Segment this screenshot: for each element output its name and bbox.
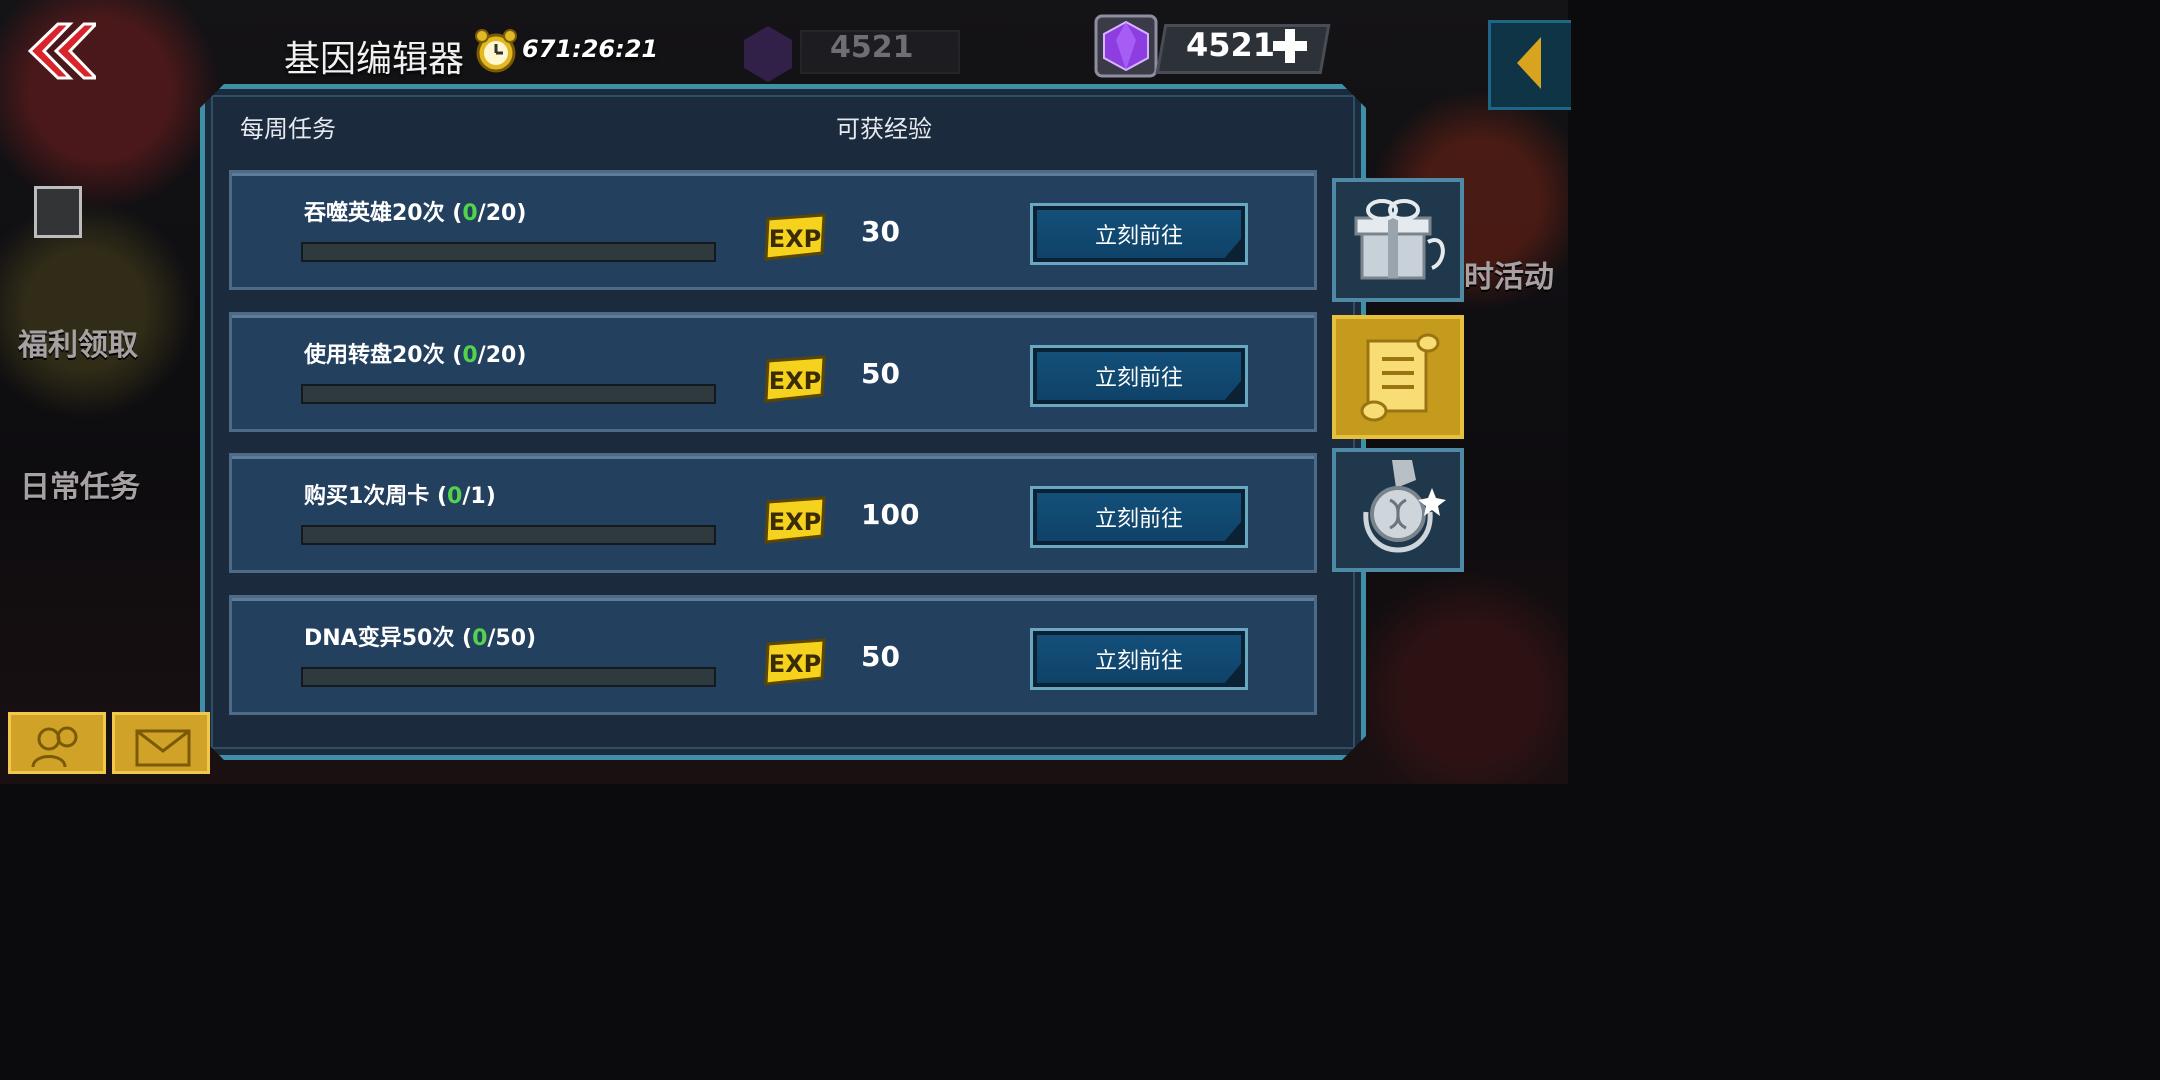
go-now-label: 立刻前往 [1037, 210, 1241, 258]
dna-medal-icon [1363, 460, 1446, 553]
task-progress-total: 20 [485, 343, 517, 368]
task-progress-total: 20 [485, 201, 517, 226]
header-weekly-tasks: 每周任务 [240, 115, 336, 143]
exp-icon: EXP [764, 213, 826, 261]
row-highlight [232, 456, 1314, 459]
task-row: 使用转盘20次 (0/20) EXP 50 立刻前往 [229, 312, 1317, 432]
task-progress-bar [301, 667, 716, 687]
tab-dna-medal[interactable] [1332, 448, 1464, 572]
exp-value: 50 [861, 357, 900, 390]
task-label: 购买1次周卡 [304, 484, 430, 509]
task-progress-text: (0/20) [452, 343, 527, 368]
task-progress-current: 0 [462, 343, 478, 368]
go-now-label: 立刻前往 [1037, 493, 1241, 541]
go-now-button[interactable]: 立刻前往 [1030, 203, 1248, 265]
svg-text:EXP: EXP [769, 650, 822, 678]
friends-icon [31, 726, 78, 768]
friends-button[interactable] [8, 712, 106, 774]
task-progress-bar [301, 242, 716, 262]
svg-text:EXP: EXP [769, 508, 822, 536]
tab-scroll-tasks[interactable] [1332, 315, 1464, 439]
exp-icon: EXP [764, 496, 826, 544]
bg-label-event: 时活动 [1464, 260, 1554, 295]
task-label: 使用转盘20次 [304, 343, 445, 368]
task-progress-current: 0 [447, 484, 463, 509]
task-progress-bar [301, 384, 716, 404]
task-progress-text: (0/50) [462, 626, 537, 651]
task-row: 吞噬英雄20次 (0/20) EXP 30 立刻前往 [229, 170, 1317, 290]
row-highlight [232, 315, 1314, 318]
mail-icon [135, 729, 191, 767]
countdown-timer: 671:26:21 [522, 35, 659, 63]
task-name: 使用转盘20次 (0/20) [304, 337, 526, 369]
side-small-tab[interactable] [34, 186, 82, 238]
task-name: 购买1次周卡 (0/1) [304, 478, 496, 510]
expand-menu-button[interactable] [1488, 20, 1571, 110]
chevron-left-icon [1517, 37, 1541, 89]
task-row: DNA变异50次 (0/50) EXP 50 立刻前往 [229, 595, 1317, 715]
page-title: 基因编辑器 [284, 39, 465, 80]
task-progress-text: (0/20) [452, 201, 527, 226]
double-chevron-left-icon [27, 22, 100, 80]
task-progress-total: 1 [470, 484, 486, 509]
gift-box-icon [1354, 199, 1445, 280]
go-now-button[interactable]: 立刻前往 [1030, 628, 1248, 690]
bg-label-welfare: 福利领取 [18, 328, 138, 363]
alarm-clock-icon [475, 29, 517, 73]
task-progress-current: 0 [462, 201, 478, 226]
task-progress-bar [301, 525, 716, 545]
go-now-button[interactable]: 立刻前往 [1030, 486, 1248, 548]
dim-gem-icon [744, 26, 792, 82]
go-now-button[interactable]: 立刻前往 [1030, 345, 1248, 407]
task-progress-total: 50 [495, 626, 527, 651]
task-label: DNA变异50次 [304, 626, 455, 651]
task-name: 吞噬英雄20次 (0/20) [304, 195, 526, 227]
exp-value: 30 [861, 215, 900, 248]
back-button[interactable] [24, 22, 100, 80]
task-progress-current: 0 [472, 626, 488, 651]
purple-gem-icon [1094, 14, 1158, 78]
svg-text:EXP: EXP [769, 225, 822, 253]
exp-value: 100 [861, 498, 920, 531]
row-highlight [232, 173, 1314, 176]
mail-button[interactable] [112, 712, 210, 774]
bg-label-daily-tasks: 日常任务 [20, 470, 140, 505]
tab-gift[interactable] [1332, 178, 1464, 302]
task-label: 吞噬英雄20次 [304, 201, 445, 226]
header-obtainable-exp: 可获经验 [836, 115, 932, 143]
exp-value: 50 [861, 640, 900, 673]
exp-icon: EXP [764, 355, 826, 403]
task-name: DNA变异50次 (0/50) [304, 620, 536, 652]
row-highlight [232, 598, 1314, 601]
task-row: 购买1次周卡 (0/1) EXP 100 立刻前往 [229, 453, 1317, 573]
scroll-icon [1360, 333, 1440, 422]
go-now-label: 立刻前往 [1037, 635, 1241, 683]
exp-icon: EXP [764, 638, 826, 686]
add-gems-button[interactable] [1270, 26, 1310, 66]
gem-currency-value: 4521 [1186, 26, 1276, 64]
dim-currency-value: 4521 [830, 30, 914, 65]
task-progress-text: (0/1) [436, 484, 496, 509]
go-now-label: 立刻前往 [1037, 352, 1241, 400]
svg-text:EXP: EXP [769, 367, 822, 395]
